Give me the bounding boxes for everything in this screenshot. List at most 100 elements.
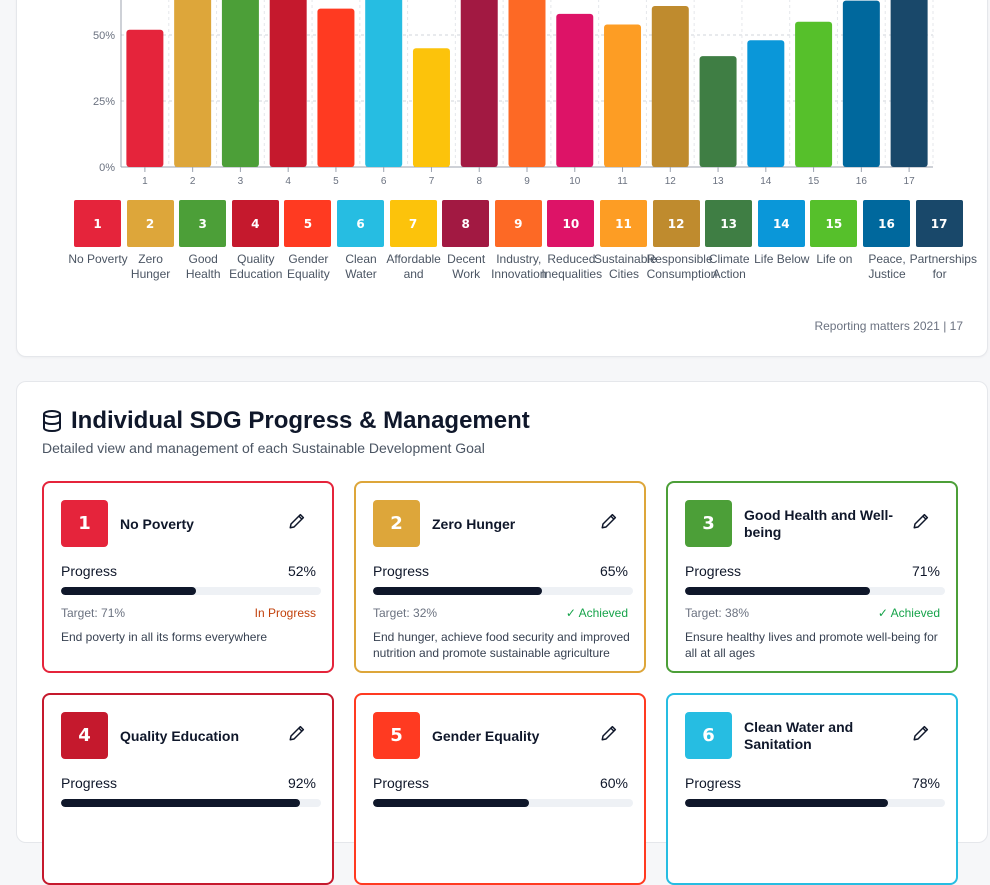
- sdg-progress-section: Individual SDG Progress & Management Det…: [16, 381, 988, 885]
- pencil-icon: [288, 513, 306, 534]
- sdg-card-2: 2 Zero Hunger Progress 65% Target: 32% ✓ Achi…: [354, 481, 646, 673]
- legend-swatch: 16: [863, 200, 910, 247]
- pencil-icon: [600, 513, 618, 534]
- progress-bar: [373, 799, 633, 807]
- y-tick-label: 25%: [93, 96, 115, 108]
- progress-label: Progress: [373, 563, 430, 579]
- status-label: ✓ Achieved: [877, 606, 940, 620]
- section-header: Individual SDG Progress & Management: [42, 407, 530, 435]
- sdg-number-badge: 3: [685, 500, 732, 547]
- legend-swatch: 1: [74, 200, 121, 247]
- sdg-card-5: 5 Gender Equality Progress 60%: [354, 693, 646, 885]
- edit-button[interactable]: [288, 512, 310, 534]
- legend-item-1[interactable]: 1 No Poverty: [68, 200, 128, 267]
- progress-fill: [685, 587, 870, 595]
- legend-item-14[interactable]: 14 Life Below: [754, 200, 810, 267]
- legend-item-5[interactable]: 5 Gender Equality: [284, 200, 336, 282]
- edit-button[interactable]: [912, 724, 934, 746]
- sdg-legend: 1 No Poverty 2 Zero Hunger 3 Good Health 4 Qual…: [68, 200, 977, 290]
- sdg-number-badge: 6: [685, 712, 732, 759]
- progress-percent: 65%: [599, 563, 628, 579]
- legend-label: Peace, Justice: [868, 252, 906, 281]
- bar-15: [795, 21, 833, 167]
- section-title: Individual SDG Progress & Management: [71, 407, 530, 434]
- status-label: ✓ Achieved: [565, 606, 628, 620]
- progress-percent: 71%: [911, 563, 940, 579]
- bar-8: [460, 0, 498, 167]
- legend-label: Responsible Consumption: [646, 252, 718, 281]
- progress-label: Progress: [61, 563, 118, 579]
- sdg-card-3: 3 Good Health and Well-being Progress 71% Ta…: [666, 481, 958, 673]
- progress-bar: [61, 799, 321, 807]
- bar-10: [556, 13, 594, 167]
- bar-14: [747, 40, 785, 167]
- x-tick-label: 10: [569, 176, 581, 187]
- bar-5: [317, 8, 355, 167]
- x-tick-label: 3: [238, 176, 244, 187]
- legend-swatch: 6: [337, 200, 384, 247]
- section-subtitle: Detailed view and management of each Sus…: [42, 440, 485, 456]
- progress-percent: 60%: [599, 775, 628, 791]
- sdg-card-6: 6 Clean Water and Sanitation Progress 78%: [666, 693, 958, 885]
- legend-item-13[interactable]: 13 Climate Action: [705, 200, 757, 282]
- edit-button[interactable]: [600, 512, 622, 534]
- progress-bar: [61, 587, 321, 595]
- progress-label: Progress: [685, 563, 742, 579]
- x-tick-label: 15: [808, 176, 820, 187]
- legend-item-10[interactable]: 10 Reduced Inequalities: [541, 200, 602, 282]
- target-label: Target: 38%: [685, 606, 750, 620]
- x-tick-label: 12: [665, 176, 677, 187]
- bar-16: [842, 0, 880, 168]
- legend-swatch: 4: [231, 200, 279, 247]
- legend-item-17[interactable]: 17 Partnerships for: [910, 200, 977, 282]
- edit-button[interactable]: [288, 724, 310, 746]
- legend-swatch: 17: [915, 200, 963, 247]
- bar-17: [890, 0, 928, 167]
- legend-item-15[interactable]: 15 Life on: [810, 200, 862, 267]
- x-tick-label: 2: [190, 176, 196, 187]
- progress-percent: 78%: [911, 775, 940, 791]
- x-tick-label: 8: [476, 176, 482, 187]
- sdg-number-badge: 2: [373, 500, 420, 547]
- legend-label: Reduced Inequalities: [541, 252, 603, 281]
- legend-swatch: 11: [600, 200, 647, 247]
- progress-label: Progress: [685, 775, 742, 791]
- legend-swatch: 5: [284, 200, 332, 247]
- y-tick-label: 0%: [99, 162, 115, 174]
- legend-item-9[interactable]: 9 Industry, Innovation: [491, 200, 547, 282]
- bar-11: [604, 24, 642, 167]
- bar-1: [126, 29, 164, 167]
- x-tick-label: 9: [524, 176, 530, 187]
- bar-12: [651, 5, 689, 168]
- x-tick-label: 1: [142, 176, 148, 187]
- legend-item-16[interactable]: 16 Peace, Justice: [863, 200, 915, 282]
- legend-item-8[interactable]: 8 Decent Work: [442, 200, 494, 282]
- legend-label: Zero Hunger: [130, 252, 171, 281]
- legend-label: Affordable and: [386, 252, 441, 281]
- legend-label: Climate Action: [708, 252, 750, 281]
- legend-item-7[interactable]: 7 Affordable and: [386, 200, 442, 282]
- legend-label: Industry, Innovation: [491, 252, 547, 281]
- legend-item-6[interactable]: 6 Clean Water: [337, 200, 389, 282]
- legend-item-4[interactable]: 4 Quality Education: [229, 200, 284, 282]
- legend-item-11[interactable]: 11 Sustainable Cities: [594, 200, 657, 282]
- progress-percent: 52%: [287, 563, 316, 579]
- legend-label: Clean Water: [345, 252, 377, 281]
- x-tick-label: 4: [285, 176, 291, 187]
- legend-item-12[interactable]: 12 Responsible Consumption: [647, 200, 717, 282]
- sdg-number-badge: 5: [373, 712, 420, 759]
- progress-label: Progress: [61, 775, 118, 791]
- edit-button[interactable]: [912, 512, 934, 534]
- sdg-number-badge: 4: [61, 712, 108, 759]
- progress-fill: [61, 587, 197, 595]
- legend-label: Good Health: [185, 252, 221, 281]
- sdg-description: Ensure healthy lives and promote well-be…: [685, 630, 938, 660]
- target-label: Target: 32%: [373, 606, 438, 620]
- legend-label: Life Below: [754, 252, 810, 266]
- sdg-name: Zero Hunger: [432, 515, 516, 532]
- legend-item-2[interactable]: 2 Zero Hunger: [126, 200, 179, 282]
- legend-item-3[interactable]: 3 Good Health: [179, 200, 231, 282]
- sdg-name: Good Health and Well-being: [744, 507, 894, 540]
- sdg-number-badge: 1: [61, 500, 108, 547]
- edit-button[interactable]: [600, 724, 622, 746]
